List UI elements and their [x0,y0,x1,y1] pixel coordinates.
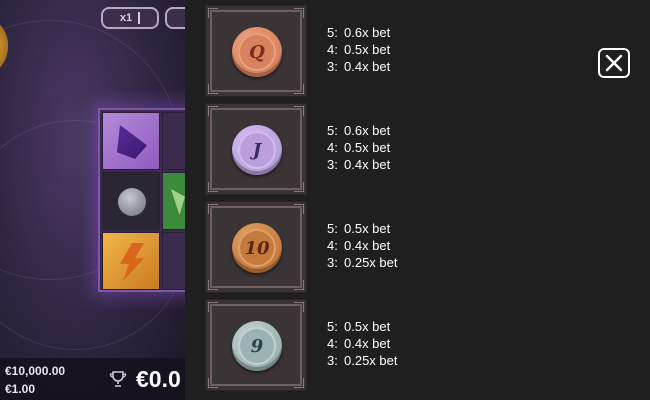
payout-line: 3: 0.25x bet [327,255,398,272]
copper-q-coin-icon: Q [232,27,282,77]
symbol-tile: Q [205,5,307,97]
payout-count: 4: [327,336,338,351]
payout-list: 5: 0.5x bet 4: 0.4x bet 3: 0.25x bet [327,221,398,272]
crystal-shard-icon [117,125,147,159]
payout-value: 0.4x bet [344,238,391,253]
tile-corner [208,182,218,192]
payout-line: 5: 0.5x bet [327,319,398,336]
coin-glyph: 10 [238,229,276,267]
game-background: x1 €10,000.00 €1.00 €0.0 [0,0,185,400]
tile-corner [294,302,304,312]
payout-line: 5: 0.6x bet [327,123,390,140]
reel-cell [162,232,185,290]
symbol-tile: 10 [205,201,307,293]
paytable-row: J 5: 0.6x bet 4: 0.5x bet 3: 0.4x bet [205,101,625,195]
paytable-row: 10 5: 0.5x bet 4: 0.4x bet 3: 0.25x bet [205,199,625,293]
trophy-icon [109,371,127,387]
silver-coin-icon [118,188,146,216]
payout-value: 0.25x bet [344,255,398,270]
max-win-amount: €10,000.00 [5,364,66,378]
payout-line: 4: 0.5x bet [327,140,390,157]
payout-count: 5: [327,123,338,138]
tile-corner [208,8,218,18]
payout-line: 5: 0.5x bet [327,221,398,238]
tile-corner [294,8,304,18]
payout-list: 5: 0.6x bet 4: 0.5x bet 3: 0.4x bet [327,123,390,174]
coin-glyph: J [238,131,276,169]
payout-value: 0.25x bet [344,353,398,368]
payout-count: 4: [327,42,338,57]
payout-value: 0.5x bet [344,221,391,236]
tile-corner [294,106,304,116]
multiplier-label: x1 [119,12,133,24]
tile-corner [208,378,218,388]
reel-cell [102,232,160,290]
bronze-10-coin-icon: 10 [232,223,282,273]
payout-line: 4: 0.4x bet [327,238,398,255]
close-button[interactable] [598,48,630,78]
reel-grid [98,108,185,292]
symbol-tile: J [205,103,307,195]
coin-glyph: 9 [238,327,276,365]
payout-line: 3: 0.4x bet [327,59,390,76]
payout-count: 4: [327,238,338,253]
feature-indicator [165,7,185,29]
tile-corner [208,302,218,312]
payout-count: 5: [327,319,338,334]
close-icon [605,54,623,72]
payout-value: 0.4x bet [344,59,391,74]
payout-line: 4: 0.5x bet [327,42,390,59]
paytable-panel: Q 5: 0.6x bet 4: 0.5x bet 3: 0.4x bet J 5: 0.6x b… [185,0,650,400]
payout-line: 5: 0.6x bet [327,25,390,42]
tile-corner [208,204,218,214]
payout-count: 5: [327,221,338,236]
tile-corner [294,84,304,94]
paytable-row: Q 5: 0.6x bet 4: 0.5x bet 3: 0.4x bet [205,3,625,97]
lightning-bolt-icon [120,243,144,281]
reel-cell [162,112,185,170]
reel-cell [102,172,160,230]
payout-count: 4: [327,140,338,155]
lavender-j-coin-icon: J [232,125,282,175]
payout-list: 5: 0.5x bet 4: 0.4x bet 3: 0.25x bet [327,319,398,370]
tile-corner [208,106,218,116]
payout-line: 4: 0.4x bet [327,336,398,353]
tile-corner [294,280,304,290]
payout-value: 0.5x bet [344,140,391,155]
payout-count: 3: [327,255,338,270]
payout-list: 5: 0.6x bet 4: 0.5x bet 3: 0.4x bet [327,25,390,76]
payout-line: 3: 0.25x bet [327,353,398,370]
tile-corner [294,378,304,388]
tile-corner [208,280,218,290]
reel-cell [102,112,160,170]
coin-glyph: Q [238,33,276,71]
tile-corner [294,204,304,214]
tile-corner [294,182,304,192]
silver-9-coin-icon: 9 [232,321,282,371]
payout-value: 0.5x bet [344,42,391,57]
payout-value: 0.4x bet [344,336,391,351]
payout-value: 0.6x bet [344,25,391,40]
payout-count: 3: [327,353,338,368]
paytable-row: 9 5: 0.5x bet 4: 0.4x bet 3: 0.25x bet [205,297,625,391]
tile-corner [208,84,218,94]
win-amount: €0.0 [136,366,181,392]
bet-amount: €1.00 [5,382,36,396]
payout-count: 5: [327,25,338,40]
payout-value: 0.4x bet [344,157,391,172]
green-symbol-icon [171,189,185,215]
payout-line: 3: 0.4x bet [327,157,390,174]
payout-value: 0.5x bet [344,319,391,334]
payout-count: 3: [327,157,338,172]
symbol-tile: 9 [205,299,307,391]
payout-count: 3: [327,59,338,74]
reel-cell [162,172,185,230]
multiplier-indicator: x1 [101,7,159,29]
payout-value: 0.6x bet [344,123,391,138]
